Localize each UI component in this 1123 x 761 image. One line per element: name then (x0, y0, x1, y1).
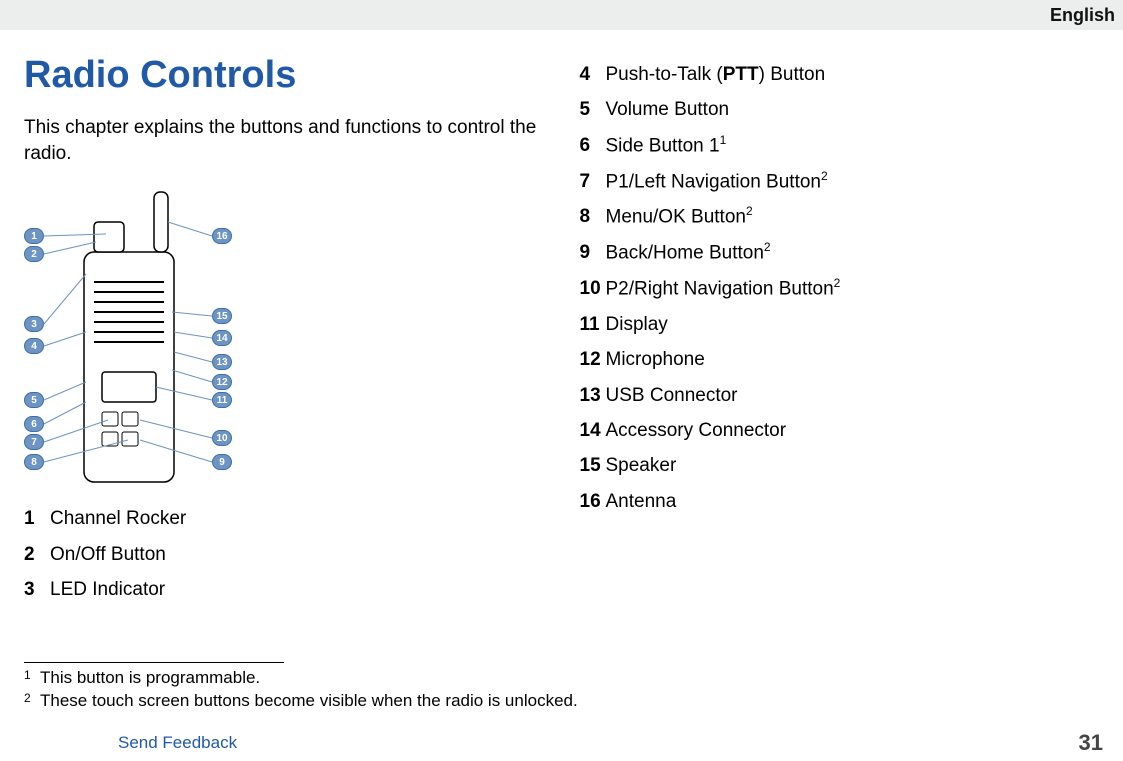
callout-7: 7 (24, 434, 44, 450)
footnotes: 1This button is programmable.2These touc… (24, 662, 1099, 713)
page-number: 31 (1079, 730, 1103, 756)
callout-14: 14 (212, 330, 232, 346)
item-text: Speaker (606, 451, 677, 480)
callout-9: 9 (212, 454, 232, 470)
item-text: Display (606, 310, 668, 339)
item-number: 12 (580, 345, 606, 374)
item-text: Volume Button (606, 95, 730, 124)
list-item: 10P2/Right Navigation Button2 (580, 274, 1100, 304)
item-number: 2 (24, 540, 50, 569)
list-item: 11Display (580, 310, 1100, 339)
callout-13: 13 (212, 354, 232, 370)
item-text: Accessory Connector (606, 416, 787, 445)
language-label: English (1050, 5, 1115, 25)
item-number: 5 (580, 95, 606, 124)
list-item: 13USB Connector (580, 381, 1100, 410)
footnote-text: These touch screen buttons become visibl… (40, 690, 578, 713)
footnote-text: This button is programmable. (40, 667, 260, 690)
item-text: Channel Rocker (50, 504, 186, 533)
list-item: 4Push-to-Talk (PTT) Button (580, 60, 1100, 89)
item-text: USB Connector (606, 381, 738, 410)
callout-3: 3 (24, 316, 44, 332)
item-number: 15 (580, 451, 606, 480)
item-number: 1 (24, 504, 50, 533)
item-text: Side Button 11 (606, 131, 727, 161)
list-item: 1Channel Rocker (24, 504, 544, 533)
item-number: 13 (580, 381, 606, 410)
list-item: 14Accessory Connector (580, 416, 1100, 445)
item-number: 7 (580, 167, 606, 197)
list-item: 7P1/Left Navigation Button2 (580, 167, 1100, 197)
item-text: P2/Right Navigation Button2 (606, 274, 841, 304)
send-feedback-link[interactable]: Send Feedback (118, 733, 237, 753)
item-text: P1/Left Navigation Button2 (606, 167, 828, 197)
radio-diagram: 12345678161514131211109 (24, 182, 249, 492)
item-number: 16 (580, 487, 606, 516)
item-number: 4 (580, 60, 606, 89)
callout-1: 1 (24, 228, 44, 244)
item-number: 3 (24, 575, 50, 604)
item-number: 10 (580, 274, 606, 304)
item-text: Back/Home Button2 (606, 238, 771, 268)
footnote: 2These touch screen buttons become visib… (24, 690, 1099, 713)
item-text: Antenna (606, 487, 677, 516)
footnote-rule (24, 662, 284, 663)
language-header: English (0, 0, 1123, 30)
callout-10: 10 (212, 430, 232, 446)
list-item: 8Menu/OK Button2 (580, 202, 1100, 232)
item-text: LED Indicator (50, 575, 165, 604)
callout-5: 5 (24, 392, 44, 408)
item-text: Microphone (606, 345, 705, 374)
list-item: 16Antenna (580, 487, 1100, 516)
item-number: 6 (580, 131, 606, 161)
callout-6: 6 (24, 416, 44, 432)
item-number: 11 (580, 310, 606, 339)
callout-15: 15 (212, 308, 232, 324)
item-number: 9 (580, 238, 606, 268)
callout-11: 11 (212, 392, 232, 408)
list-item: 3LED Indicator (24, 575, 544, 604)
list-item: 15Speaker (580, 451, 1100, 480)
left-column: Radio Controls This chapter explains the… (24, 54, 544, 611)
item-text: On/Off Button (50, 540, 166, 569)
footnote: 1This button is programmable. (24, 667, 1099, 690)
callout-16: 16 (212, 228, 232, 244)
list-item: 2On/Off Button (24, 540, 544, 569)
callout-8: 8 (24, 454, 44, 470)
item-number: 8 (580, 202, 606, 232)
right-column: 4Push-to-Talk (PTT) Button5Volume Button… (580, 54, 1100, 611)
intro-text: This chapter explains the buttons and fu… (24, 115, 544, 166)
page-title: Radio Controls (24, 54, 544, 97)
item-text: Menu/OK Button2 (606, 202, 753, 232)
list-item: 9Back/Home Button2 (580, 238, 1100, 268)
list-item: 12Microphone (580, 345, 1100, 374)
callout-4: 4 (24, 338, 44, 354)
item-number: 14 (580, 416, 606, 445)
list-item: 5Volume Button (580, 95, 1100, 124)
callout-12: 12 (212, 374, 232, 390)
item-text: Push-to-Talk (PTT) Button (606, 60, 826, 89)
list-item: 6Side Button 11 (580, 131, 1100, 161)
callout-2: 2 (24, 246, 44, 262)
